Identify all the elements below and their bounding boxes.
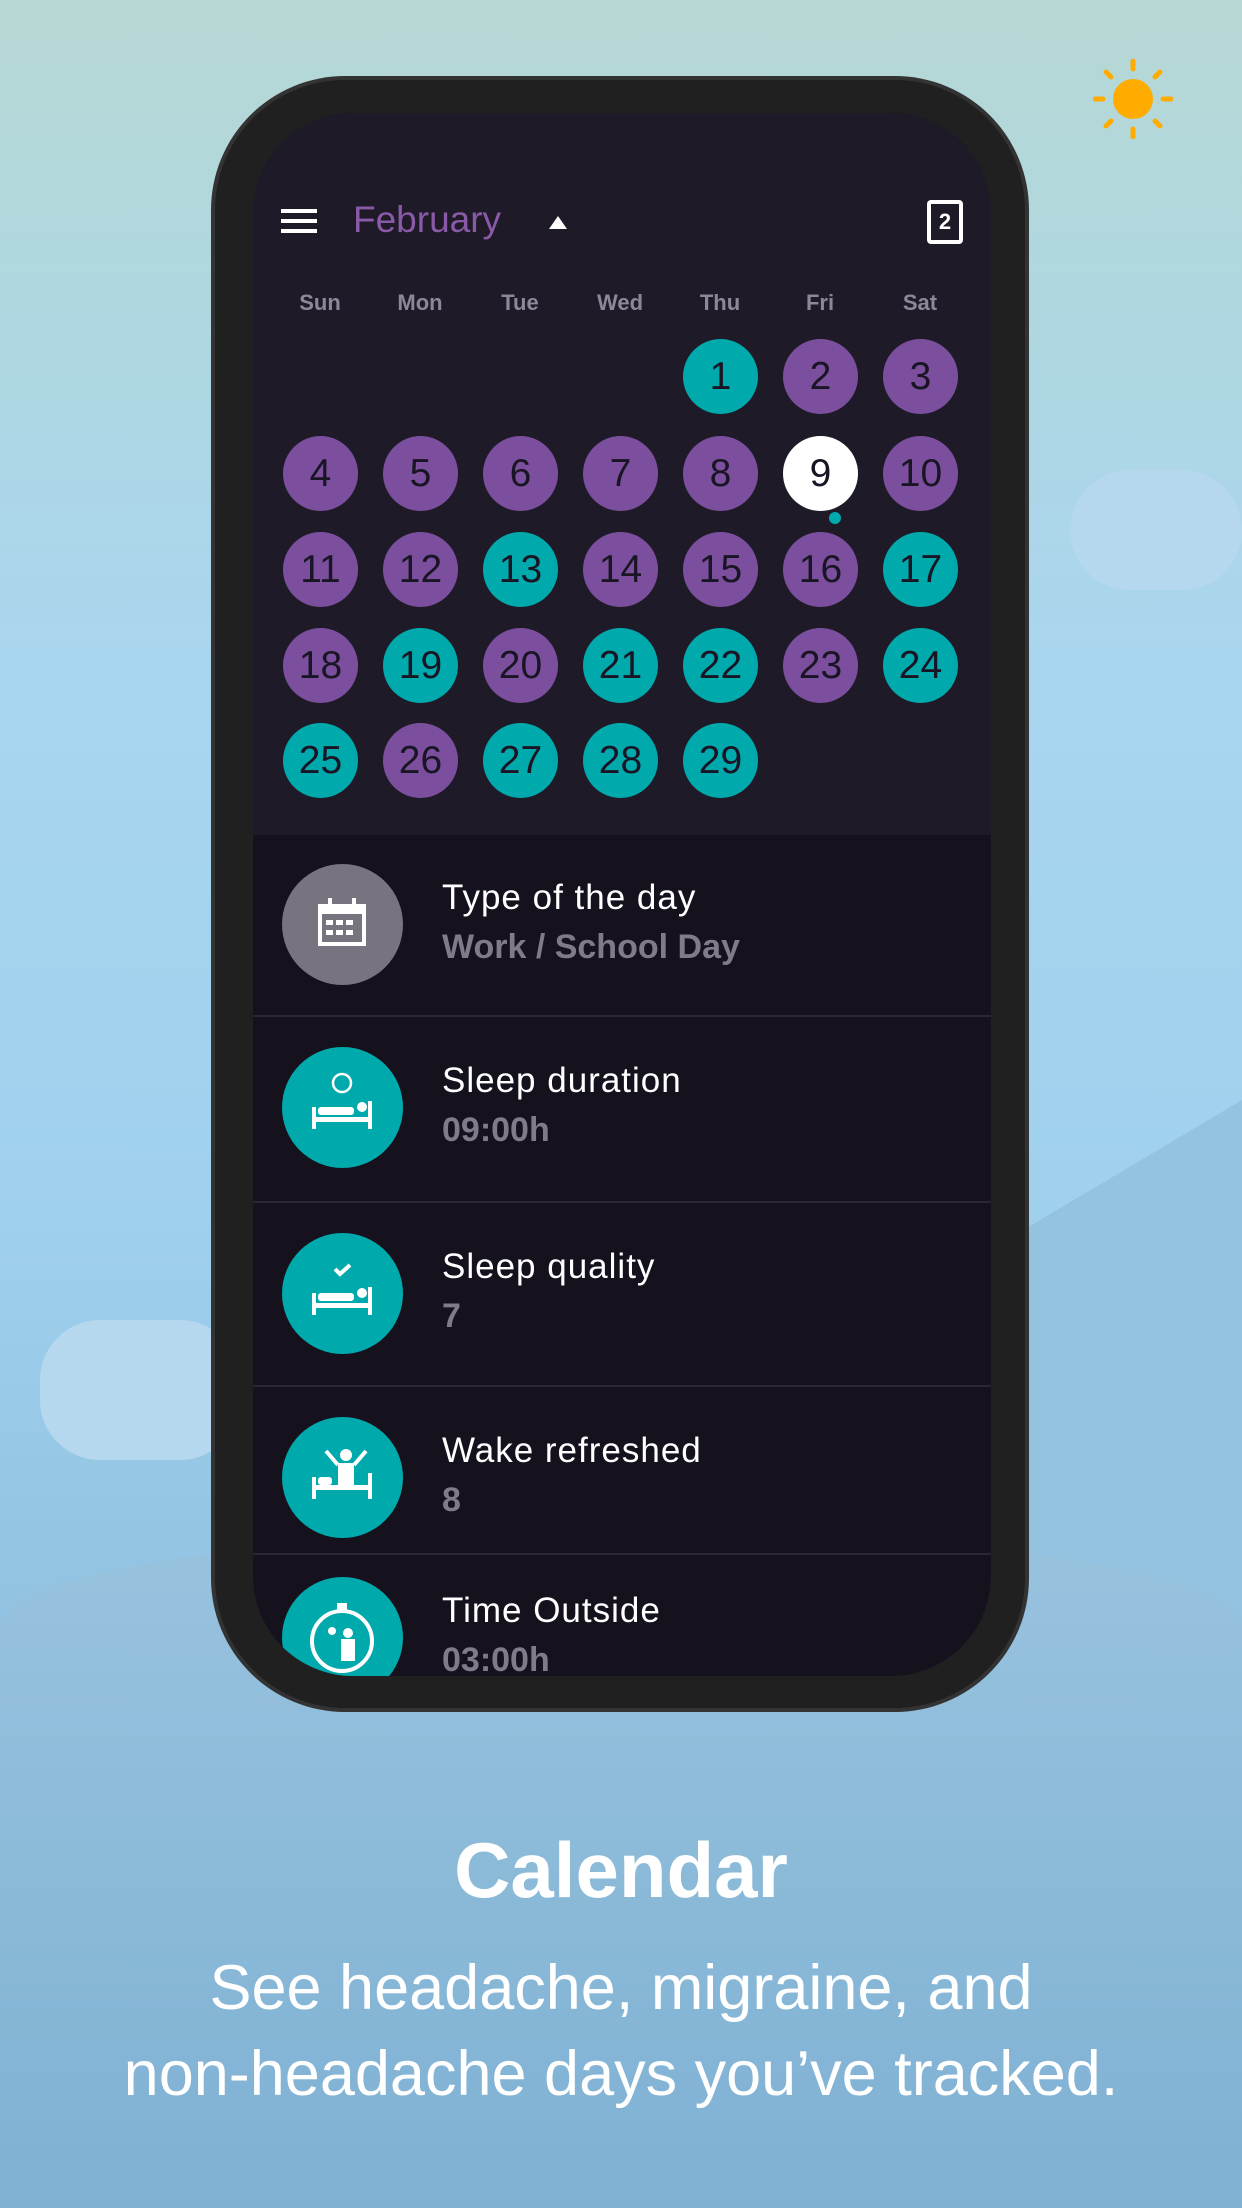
detail-title: Time Outside [442,1591,661,1630]
calendar-day[interactable]: 17 [883,532,958,607]
calendar-panel: February 2 Sun Mon Tue Wed Thu Fri Sat 1 2 3 4 5 6 7 8… [253,113,991,835]
calendar-day[interactable]: 24 [883,628,958,703]
today-indicator-dot [829,512,841,524]
weekday-label: Wed [596,290,644,315]
sun-icon [1093,59,1173,139]
detail-title: Sleep duration [442,1061,682,1100]
month-title[interactable]: February [353,199,501,241]
calendar-day[interactable]: 22 [683,628,758,703]
detail-row[interactable]: Sleep quality 7 [253,1201,991,1385]
calendar-day[interactable]: 16 [783,532,858,607]
calendar-day[interactable]: 5 [383,436,458,511]
weekday-label: Sun [299,290,341,315]
weekday-label: Sat [902,290,938,315]
detail-row[interactable]: Wake refreshed 8 [253,1385,991,1553]
calendar-day[interactable]: 18 [283,628,358,703]
calendar-day[interactable]: 21 [583,628,658,703]
calendar-day[interactable]: 19 [383,628,458,703]
hamburger-icon[interactable] [281,209,317,233]
detail-title: Type of the day [442,878,697,917]
calendar-day[interactable]: 11 [283,532,358,607]
cloud [40,1320,240,1460]
calendar-day[interactable]: 14 [583,532,658,607]
detail-value: 09:00h [442,1111,550,1149]
weekday-label: Mon [397,290,443,315]
caption-line-2: non-headache days you’ve tracked. [123,2039,1119,2109]
calendar-day[interactable]: 4 [283,436,358,511]
detail-value: Work / School Day [442,928,740,966]
app-screen: February 2 Sun Mon Tue Wed Thu Fri Sat 1 2 3 4 5 6 7 8… [253,113,991,1676]
caption-title: Calendar [454,1826,788,1914]
detail-row[interactable]: Type of the day Work / School Day [253,835,991,1015]
detail-title: Sleep quality [442,1247,656,1286]
calendar-day[interactable]: 7 [583,436,658,511]
calendar-day[interactable]: 12 [383,532,458,607]
caption-line-1: See headache, migraine, and [209,1953,1033,2023]
calendar-day[interactable]: 13 [483,532,558,607]
phone-frame: February 2 Sun Mon Tue Wed Thu Fri Sat 1 2 3 4 5 6 7 8… [215,80,1025,1708]
calendar-day[interactable]: 29 [683,723,758,798]
calendar-today-icon[interactable]: 2 [927,200,963,244]
cloud [1070,470,1242,590]
calendar-day[interactable]: 15 [683,532,758,607]
detail-value: 8 [442,1481,461,1519]
calendar-day[interactable]: 26 [383,723,458,798]
calendar-day[interactable]: 23 [783,628,858,703]
calendar-day-selected[interactable]: 9 [783,436,858,511]
calendar-day[interactable]: 2 [783,339,858,414]
calendar-day[interactable]: 28 [583,723,658,798]
calendar-day[interactable]: 27 [483,723,558,798]
detail-row[interactable]: Sleep duration 09:00h [253,1015,991,1201]
calendar-grid-icon [282,864,403,985]
weekday-label: Thu [699,290,741,315]
weekday-label: Tue [501,290,539,315]
detail-row[interactable]: Time Outside 03:00h [253,1553,991,1676]
bed-check-icon [282,1233,403,1354]
calendar-day[interactable]: 25 [283,723,358,798]
detail-value: 7 [442,1297,461,1335]
person-waking-icon [282,1417,403,1538]
detail-value: 03:00h [442,1641,550,1676]
today-number: 2 [938,209,952,234]
calendar-day[interactable]: 10 [883,436,958,511]
stopwatch-person-icon [282,1577,403,1676]
calendar-day[interactable]: 3 [883,339,958,414]
weekday-label: Fri [805,290,835,315]
calendar-day[interactable]: 20 [483,628,558,703]
bed-clock-icon [282,1047,403,1168]
calendar-day[interactable]: 8 [683,436,758,511]
triangle-up-icon[interactable] [549,216,567,229]
calendar-day[interactable]: 6 [483,436,558,511]
detail-title: Wake refreshed [442,1431,702,1470]
calendar-day[interactable]: 1 [683,339,758,414]
